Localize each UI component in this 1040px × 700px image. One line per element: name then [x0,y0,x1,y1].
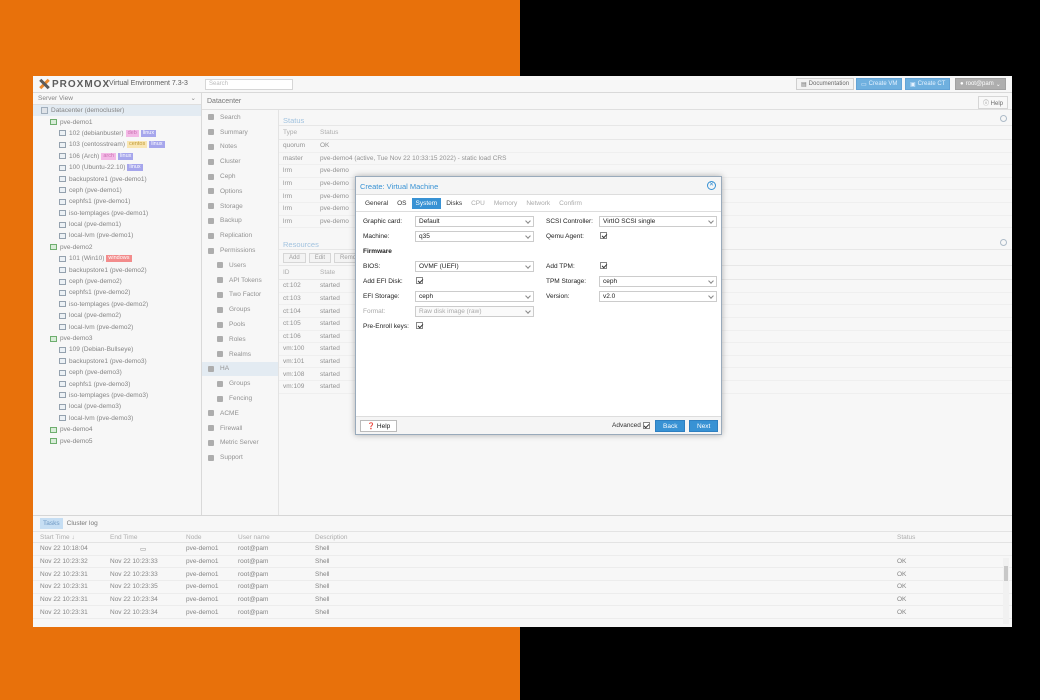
bios-label: BIOS: [363,263,381,270]
chevron-down-icon [525,293,531,299]
tab-cpu[interactable]: CPU [467,198,489,209]
chevron-down-icon [525,233,531,239]
close-icon[interactable]: ✕ [707,181,716,190]
bios-select[interactable]: OVMF (UEFI) [415,261,534,272]
dialog-help-button[interactable]: ❓ Help [360,420,398,432]
question-icon: ❓ [367,423,376,430]
tpm-version-select[interactable]: v2.0 [599,291,717,302]
format-label: Format: [363,308,386,315]
qemu-agent-checkbox[interactable] [600,232,607,239]
tab-os[interactable]: OS [393,198,410,209]
dialog-footer: ❓ Help Advanced Back Next [356,416,721,434]
graphic-card-select[interactable]: Default [415,216,534,227]
scsi-controller-select[interactable]: VirtIO SCSI single [599,216,717,227]
efi-storage-label: EFI Storage: [363,293,400,300]
tab-system[interactable]: System [411,198,442,209]
add-efi-label: Add EFI Disk: [363,278,403,285]
dialog-title: Create: Virtual Machine [360,182,439,191]
tab-memory[interactable]: Memory [490,198,521,209]
add-tpm-checkbox[interactable] [600,262,607,269]
next-button[interactable]: Next [689,420,719,432]
chevron-down-icon [708,218,714,224]
tab-network[interactable]: Network [522,198,554,209]
bios-value: OVMF (UEFI) [419,263,459,270]
back-button[interactable]: Back [655,420,686,432]
tpm-storage-value: ceph [603,278,618,285]
advanced-checkbox[interactable] [642,422,650,429]
tab-confirm[interactable]: Confirm [555,198,586,209]
dialog-header: Create: Virtual Machine ✕ [356,177,721,195]
tab-general[interactable]: General [361,198,392,209]
dialog-tabs: General OS System Disks CPU Memory Network Conf… [356,196,721,212]
machine-select[interactable]: q35 [415,231,534,242]
tab-disks[interactable]: Disks [442,198,466,209]
machine-value: q35 [419,233,430,240]
system-form: Graphic card: Default Machine: q35 Firmw… [356,212,721,416]
pre-enroll-checkbox[interactable] [416,322,423,329]
scsi-controller-label: SCSI Controller: [546,218,593,225]
tpm-storage-label: TPM Storage: [546,278,587,285]
format-select: Raw disk image (raw) [415,306,534,317]
chevron-down-icon [525,308,531,314]
scsi-controller-value: VirtIO SCSI single [603,218,656,225]
proxmox-window: PROXMOX Virtual Environment 7.3-3 Search… [33,76,1012,627]
dialog-help-label: Help [376,423,391,430]
graphic-card-label: Graphic card: [363,218,403,225]
pre-enroll-label: Pre-Enroll keys: [363,323,409,330]
efi-storage-value: ceph [419,293,434,300]
chevron-down-icon [708,278,714,284]
chevron-down-icon [708,293,714,299]
machine-label: Machine: [363,233,390,240]
qemu-agent-label: Qemu Agent: [546,233,584,240]
chevron-down-icon [525,218,531,224]
tpm-storage-select[interactable]: ceph [599,276,717,287]
chevron-down-icon [525,263,531,269]
create-vm-dialog: Create: Virtual Machine ✕ General OS Syste… [355,176,722,435]
format-value: Raw disk image (raw) [419,308,482,315]
add-tpm-label: Add TPM: [546,263,575,270]
firmware-heading: Firmware [363,248,392,255]
efi-storage-select[interactable]: ceph [415,291,534,302]
tpm-version-value: v2.0 [603,293,616,300]
advanced-label: Advanced [612,422,641,430]
tpm-version-label: Version: [546,293,570,300]
advanced-toggle[interactable]: Advanced [612,422,650,429]
add-efi-checkbox[interactable] [416,277,423,284]
graphic-card-value: Default [419,218,440,225]
